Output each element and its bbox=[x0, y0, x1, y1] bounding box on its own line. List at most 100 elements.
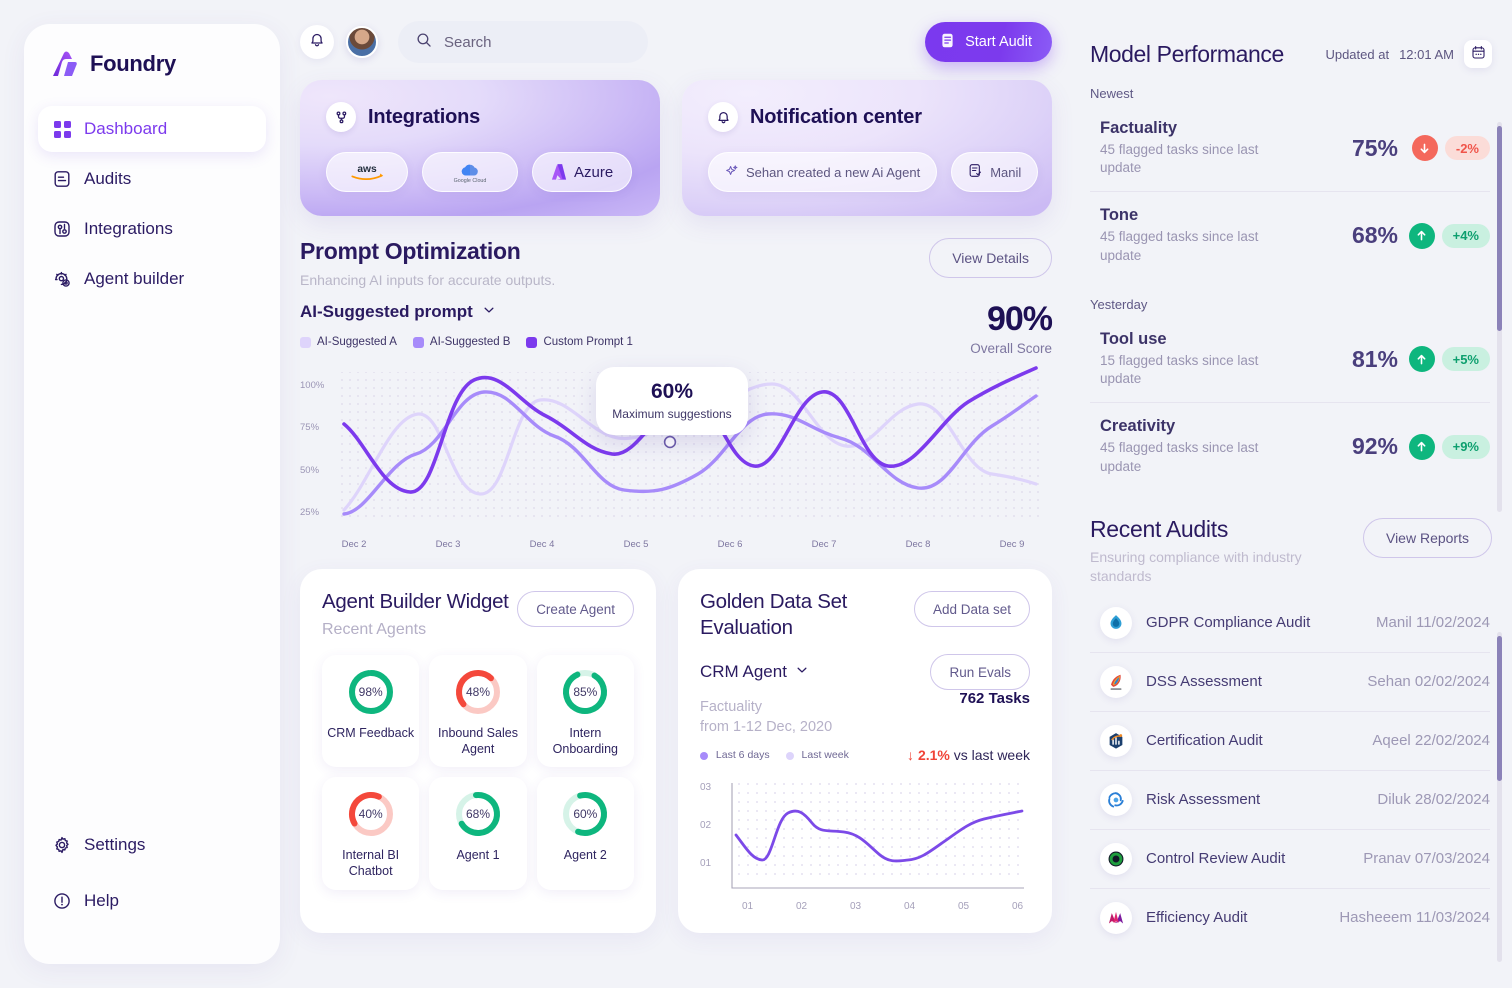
sidebar-item-settings[interactable]: Settings bbox=[38, 822, 266, 868]
start-audit-label: Start Audit bbox=[965, 34, 1032, 50]
integration-pill-azure[interactable]: Azure bbox=[532, 152, 633, 192]
integration-pills: aws Google Cloud Azure bbox=[300, 132, 660, 192]
calendar-button[interactable] bbox=[1464, 40, 1492, 68]
chart-legend: AI-Suggested A AI-Suggested B Custom Pro… bbox=[300, 336, 1052, 348]
x-tick: Dec 7 bbox=[811, 539, 837, 550]
agent-name: Agent 2 bbox=[563, 848, 607, 863]
integration-pill-aws[interactable]: aws bbox=[326, 152, 408, 192]
y-tick-50: 50% bbox=[300, 465, 320, 476]
prompt-select[interactable]: AI-Suggested prompt bbox=[300, 302, 1052, 322]
sidebar-item-audits[interactable]: Audits bbox=[38, 156, 266, 202]
agent-builder-header: Agent Builder Widget Recent Agents Creat… bbox=[322, 589, 634, 639]
chevron-down-icon bbox=[795, 662, 809, 682]
search-input[interactable] bbox=[444, 33, 614, 51]
crm-agent-select-label: CRM Agent bbox=[700, 662, 787, 682]
agent-card[interactable]: 60% Agent 2 bbox=[536, 777, 634, 890]
agent-name: Intern Onboarding bbox=[552, 725, 618, 756]
x-tick: 02 bbox=[796, 901, 808, 913]
prompt-optimization-header: Prompt Optimization Enhancing AI inputs … bbox=[300, 238, 1052, 288]
model-performance-scrollbar[interactable] bbox=[1497, 122, 1502, 512]
agent-donut: 85% bbox=[560, 667, 610, 717]
audit-row[interactable]: Control Review Audit Pranav 07/03/2024 bbox=[1090, 830, 1490, 889]
main-column: Start Audit Integrations bbox=[300, 14, 1053, 933]
gds-chart-svg bbox=[731, 779, 1024, 889]
audit-meta: Diluk 28/02/2024 bbox=[1377, 791, 1490, 809]
start-audit-button[interactable]: Start Audit bbox=[925, 22, 1052, 62]
sparkle-icon bbox=[725, 164, 739, 181]
agent-card[interactable]: 85% Intern Onboarding bbox=[536, 654, 634, 768]
metric-name: Factuality bbox=[1100, 119, 1178, 137]
agent-donut: 68% bbox=[453, 789, 503, 839]
chart-tooltip: 60% Maximum suggestions bbox=[596, 367, 748, 435]
azure-label: Azure bbox=[574, 163, 614, 181]
x-tick: Dec 3 bbox=[435, 539, 461, 550]
prompt-optimization-subtitle: Enhancing AI inputs for accurate outputs… bbox=[300, 272, 556, 288]
bell-icon bbox=[309, 32, 325, 53]
add-data-set-button[interactable]: Add Data set bbox=[913, 591, 1030, 627]
model-performance-header: Model Performance Updated at 12:01 AM bbox=[1068, 0, 1512, 68]
search-bar[interactable] bbox=[398, 21, 648, 63]
audit-row[interactable]: Efficiency Audit Hasheeem 11/03/2024 bbox=[1090, 889, 1490, 947]
model-performance-row[interactable]: Creativity 45 flagged tasks since last u… bbox=[1090, 403, 1490, 489]
agent-card[interactable]: 68% Agent 1 bbox=[429, 777, 527, 890]
crm-agent-select[interactable]: CRM Agent bbox=[700, 662, 809, 682]
info-circle-icon bbox=[52, 891, 72, 911]
sidebar-item-label: Integrations bbox=[84, 219, 173, 238]
run-evals-button[interactable]: Run Evals bbox=[930, 654, 1030, 691]
metric-value: 75% bbox=[1351, 134, 1398, 161]
agent-name: CRM Feedback bbox=[327, 725, 415, 740]
metric-name: Tool use bbox=[1100, 329, 1167, 348]
scrollbar-thumb[interactable] bbox=[1497, 126, 1502, 331]
agent-card[interactable]: 40% Internal BI Chatbot bbox=[322, 777, 420, 890]
golden-data-set-range: from 1-12 Dec, 2020 bbox=[700, 718, 833, 735]
notification-card-title: Notification center bbox=[750, 105, 922, 128]
audit-meta: Hasheeem 11/03/2024 bbox=[1339, 909, 1490, 927]
feather-logo-icon bbox=[1100, 665, 1132, 698]
agent-donut-value: 98% bbox=[358, 684, 383, 699]
recent-audits-header: Recent Audits Ensuring compliance with i… bbox=[1068, 490, 1512, 586]
gear-icon bbox=[52, 835, 72, 855]
model-performance-list: Factuality 45 flagged tasks since last u… bbox=[1068, 105, 1512, 279]
view-details-button[interactable]: View Details bbox=[929, 238, 1052, 278]
notification-pill-1[interactable]: Sehan created a new Ai Agent bbox=[708, 152, 938, 192]
change-badge: +4% bbox=[1441, 223, 1490, 248]
y-tick-01: 01 bbox=[700, 858, 712, 870]
sidebar: Foundry Dashboard Audits Integrations Ag… bbox=[24, 24, 280, 964]
document-check-icon bbox=[968, 163, 983, 181]
metric-value: 92% bbox=[1351, 433, 1398, 460]
recent-audits-scrollbar[interactable] bbox=[1497, 632, 1502, 962]
audit-meta: Aqeel 22/02/2024 bbox=[1372, 732, 1490, 750]
model-performance-row[interactable]: Factuality 45 flagged tasks since last u… bbox=[1090, 105, 1490, 193]
mountain-logo-icon bbox=[1100, 901, 1132, 934]
audit-row[interactable]: GDPR Compliance Audit Manil 11/02/2024 bbox=[1090, 594, 1490, 653]
foundry-logo-icon bbox=[50, 50, 80, 78]
sidebar-item-integrations[interactable]: Integrations bbox=[38, 206, 266, 252]
integration-pill-google-cloud[interactable]: Google Cloud bbox=[422, 152, 518, 192]
notification-pill-2[interactable]: Manil bbox=[951, 152, 1039, 192]
model-performance-updated: Updated at 12:01 AM bbox=[1325, 40, 1492, 68]
audit-row[interactable]: DSS Assessment Sehan 02/02/2024 bbox=[1090, 653, 1490, 712]
create-agent-button[interactable]: Create Agent bbox=[517, 591, 634, 627]
model-performance-row[interactable]: Tone 45 flagged tasks since last update … bbox=[1090, 192, 1490, 278]
model-performance-row[interactable]: Tool use 15 flagged tasks since last upd… bbox=[1090, 316, 1490, 404]
agent-name: Inbound Sales Agent bbox=[438, 725, 518, 756]
agent-donut: 40% bbox=[346, 789, 396, 839]
ring-logo-icon bbox=[1100, 842, 1132, 875]
legend-label: AI-Suggested B bbox=[429, 336, 511, 348]
sidebar-item-help[interactable]: Help bbox=[38, 878, 266, 924]
sidebar-item-agent-builder[interactable]: Agent builder bbox=[38, 256, 266, 302]
aws-logo-icon: aws bbox=[351, 164, 384, 181]
audit-row[interactable]: Certification Audit Aqeel 22/02/2024 bbox=[1090, 712, 1490, 771]
scrollbar-thumb[interactable] bbox=[1497, 636, 1502, 781]
sidebar-item-label: Help bbox=[84, 891, 119, 910]
y-tick-02: 02 bbox=[700, 820, 712, 832]
audit-name: Control Review Audit bbox=[1146, 850, 1286, 868]
avatar[interactable] bbox=[346, 26, 378, 58]
agent-card[interactable]: 98% CRM Feedback bbox=[322, 654, 420, 768]
agent-card[interactable]: 48% Inbound Sales Agent bbox=[429, 654, 527, 768]
svg-text:aws: aws bbox=[357, 164, 377, 175]
view-reports-button[interactable]: View Reports bbox=[1362, 517, 1492, 558]
notifications-button[interactable] bbox=[300, 25, 334, 59]
sidebar-item-dashboard[interactable]: Dashboard bbox=[38, 106, 266, 152]
audit-row[interactable]: Risk Assessment Diluk 28/02/2024 bbox=[1090, 771, 1490, 830]
